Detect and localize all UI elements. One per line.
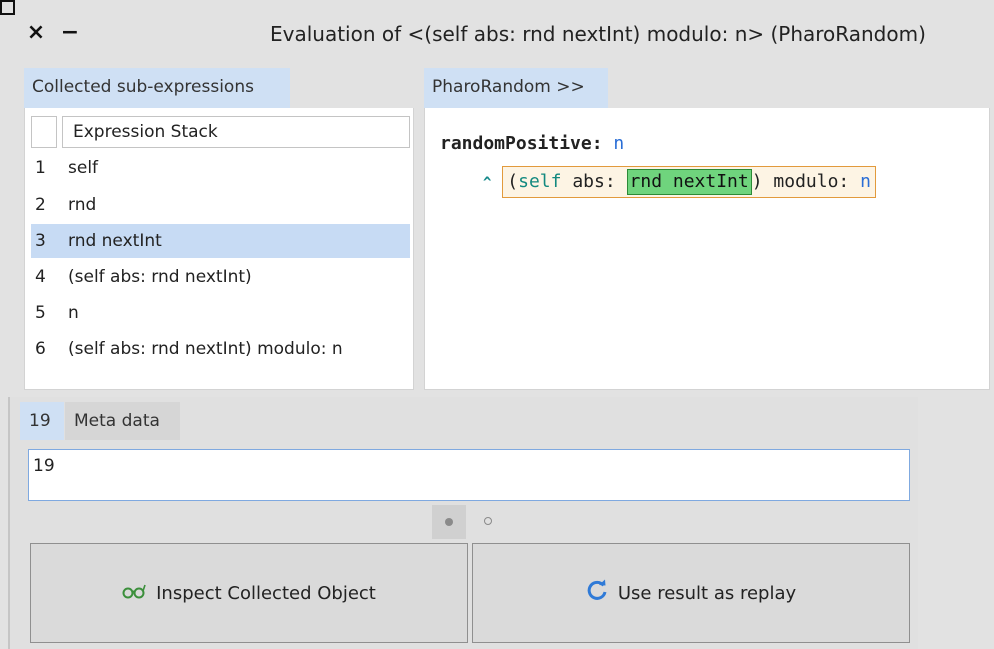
value-field[interactable]: 19 xyxy=(28,449,910,501)
inspect-collected-object-button[interactable]: Inspect Collected Object xyxy=(30,543,468,643)
tab-pharorandom[interactable]: PharoRandom >> xyxy=(424,68,608,108)
row-number: 5 xyxy=(35,303,46,323)
list-item[interactable]: 2 rnd xyxy=(31,188,410,222)
open-paren: ( xyxy=(507,171,519,192)
modulo-part: ) modulo: xyxy=(751,171,861,192)
list-item[interactable]: 6 (self abs: rnd nextInt) modulo: n xyxy=(31,332,410,366)
row-number: 1 xyxy=(35,158,46,178)
row-number: 3 xyxy=(35,231,46,251)
modulo-argument: n xyxy=(860,171,871,192)
row-expression: n xyxy=(68,303,79,323)
list-item-selected[interactable]: 3 rnd nextInt xyxy=(31,224,410,258)
window-title: Evaluation of <(self abs: rnd nextInt) m… xyxy=(270,22,926,46)
page-indicator-inactive[interactable] xyxy=(480,513,498,531)
row-number: 2 xyxy=(35,195,46,215)
use-result-as-replay-button[interactable]: Use result as replay xyxy=(472,543,910,643)
evaluated-expression-highlight[interactable]: (self abs: rnd nextInt) modulo: n xyxy=(502,166,876,198)
refresh-icon xyxy=(586,579,608,607)
row-expression: self xyxy=(68,158,99,178)
row-number: 6 xyxy=(35,339,46,359)
tab-value[interactable]: 19 xyxy=(20,402,64,440)
glasses-icon xyxy=(122,581,146,605)
method-argument: n xyxy=(613,133,625,154)
row-expression: rnd xyxy=(68,195,97,215)
tab-collected-sub-expressions[interactable]: Collected sub-expressions xyxy=(24,68,290,108)
maximize-icon[interactable] xyxy=(0,0,15,15)
close-icon[interactable]: × xyxy=(24,20,48,46)
title-bar: × − Evaluation of <(self abs: rnd nextIn… xyxy=(0,0,994,68)
abs-keyword: abs: xyxy=(561,171,627,192)
row-number: 4 xyxy=(35,267,46,287)
list-item[interactable]: 4 (self abs: rnd nextInt) xyxy=(31,260,410,294)
list-item[interactable]: 5 n xyxy=(31,296,410,330)
row-expression: (self abs: rnd nextInt) xyxy=(68,267,252,287)
selected-subexpression-highlight[interactable]: rnd nextInt xyxy=(626,169,752,195)
inspect-button-label: Inspect Collected Object xyxy=(156,582,376,604)
self-keyword: self xyxy=(518,171,562,192)
replay-button-label: Use result as replay xyxy=(617,582,797,604)
page-indicator-active[interactable] xyxy=(432,505,466,539)
method-selector: randomPositive: xyxy=(440,133,603,154)
row-expression: rnd nextInt xyxy=(68,231,162,251)
method-body: ^ (self abs: rnd nextInt) modulo: n xyxy=(483,166,876,198)
return-caret: ^ xyxy=(483,175,492,191)
row-expression: (self abs: rnd nextInt) modulo: n xyxy=(68,339,343,359)
method-signature: randomPositive: n xyxy=(440,133,624,154)
select-all-checkbox[interactable] xyxy=(31,116,57,148)
minimize-icon[interactable]: − xyxy=(58,20,82,46)
tab-meta-data[interactable]: Meta data xyxy=(65,402,180,440)
expression-stack-header[interactable]: Expression Stack xyxy=(62,116,410,148)
list-item[interactable]: 1 self xyxy=(31,151,410,185)
